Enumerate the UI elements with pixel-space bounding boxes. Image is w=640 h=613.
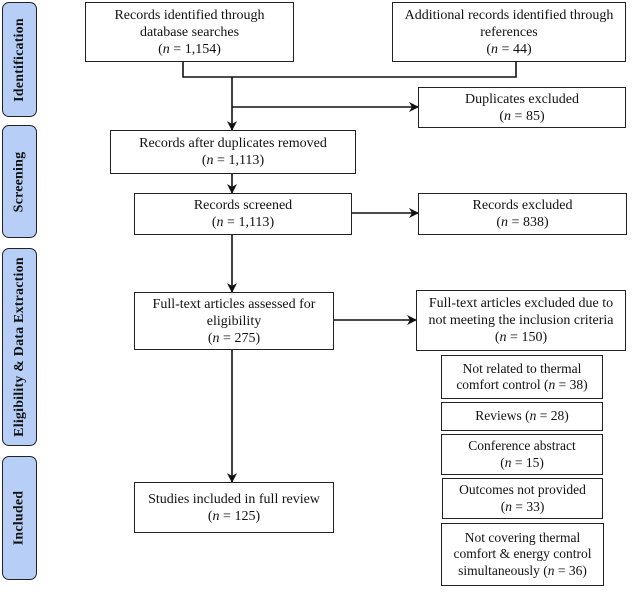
reason-text: Reviews (n = 28) — [475, 408, 569, 424]
box-text: Records identified through database sear… — [114, 7, 265, 40]
box-text: Additional records identified through re… — [404, 7, 614, 40]
box-text: Duplicates excluded — [465, 91, 579, 107]
connector-ref-to-merge — [232, 62, 517, 78]
reason-box: Conference abstract (n = 15) — [441, 434, 603, 475]
box-fulltext-assessed: Full-text articles assessed for eligibil… — [134, 292, 334, 350]
box-count: (n = 275) — [207, 330, 261, 346]
box-count: (n = 150) — [494, 330, 548, 345]
reason-text: Not covering thermal comfort & energy co… — [453, 529, 592, 578]
box-studies-included: Studies included in full review (n = 125… — [134, 482, 334, 533]
reason-box: Not covering thermal comfort & energy co… — [441, 523, 604, 586]
reason-box: Reviews (n = 28) — [441, 402, 603, 431]
reason-box: Not related to thermal comfort control (… — [441, 355, 603, 399]
box-database-search: Records identified through database sear… — [85, 2, 294, 62]
stage-included: Included — [2, 456, 37, 580]
box-count: (n = 44) — [486, 41, 532, 57]
box-count: (n = 1,113) — [211, 215, 275, 230]
box-references: Additional records identified through re… — [392, 2, 626, 62]
box-count: (n = 1,154) — [158, 41, 221, 57]
box-duplicates-excluded: Duplicates excluded (n = 85) — [418, 87, 626, 128]
box-after-duplicates: Records after duplicates removed (n = 1,… — [110, 130, 356, 174]
box-count: (n = 85) — [499, 108, 545, 124]
reason-box: Outcomes not provided (n = 33) — [442, 478, 603, 519]
box-text: Studies included in full review — [148, 491, 320, 507]
stage-label: Eligibility & Data Extraction — [11, 257, 27, 437]
connector-db-to-merge — [182, 62, 232, 78]
box-text: Full-text articles assessed for eligibil… — [152, 296, 316, 329]
box-count: (n = 1,113) — [201, 153, 265, 168]
box-count: (n = 838) — [496, 215, 549, 230]
box-records-excluded: Records excluded (n = 838) — [418, 193, 627, 235]
reason-count: (n = 15) — [500, 454, 544, 470]
stage-label: Screening — [11, 151, 27, 212]
box-screened: Records screened (n = 1,113) — [134, 193, 352, 235]
box-text: Records after duplicates removed — [139, 136, 327, 151]
box-fulltext-excluded: Full-text articles excluded due to not m… — [416, 290, 626, 351]
stage-label: Included — [11, 490, 27, 546]
reason-text: Outcomes not provided — [459, 482, 586, 497]
box-text: Full-text articles excluded due to not m… — [428, 296, 614, 328]
stage-screening: Screening — [2, 125, 37, 238]
stage-eligibility: Eligibility & Data Extraction — [2, 248, 37, 446]
stage-label: Identification — [11, 17, 27, 102]
box-text: Records screened — [193, 198, 293, 213]
reason-text: Not related to thermal comfort control (… — [456, 360, 588, 393]
box-text: Records excluded — [472, 198, 573, 213]
reason-text: Conference abstract — [468, 438, 576, 453]
box-count: (n = 125) — [207, 508, 261, 524]
reason-count: (n = 33) — [500, 498, 545, 514]
stage-identification: Identification — [2, 2, 37, 117]
